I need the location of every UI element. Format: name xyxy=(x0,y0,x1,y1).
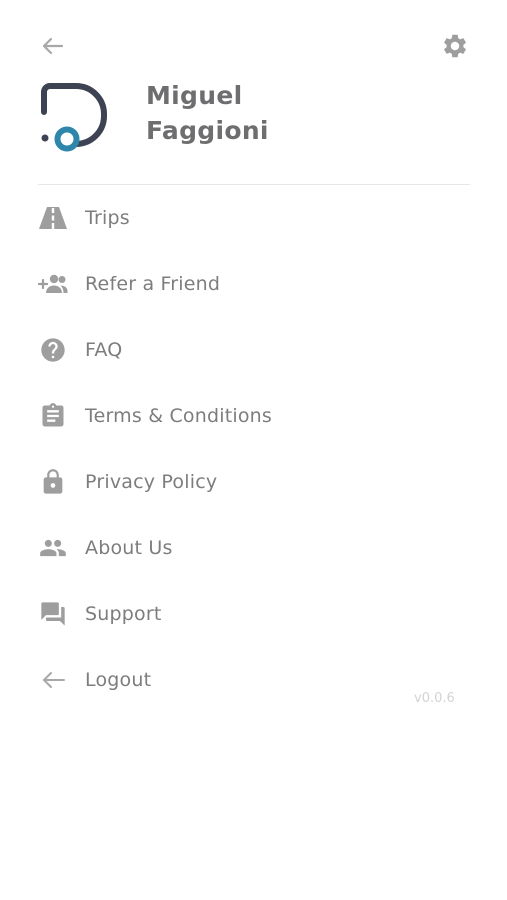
help-icon xyxy=(38,335,68,365)
profile-first-name: Miguel xyxy=(146,81,243,110)
back-button[interactable] xyxy=(38,33,66,59)
profile-name: Miguel Faggioni xyxy=(146,78,446,148)
menu-item-label: Terms & Conditions xyxy=(85,405,273,427)
chat-icon xyxy=(38,599,68,629)
menu-item-label: Support xyxy=(85,603,162,625)
menu-item-trips[interactable]: Trips xyxy=(38,196,468,240)
app-version: v0.0.6 xyxy=(414,691,455,706)
road-icon xyxy=(38,203,68,233)
menu-item-label: FAQ xyxy=(85,339,123,361)
menu-item-about-us[interactable]: About Us xyxy=(38,526,468,570)
menu-item-terms-conditions[interactable]: Terms & Conditions xyxy=(38,394,468,438)
side-menu-screen: Miguel Faggioni Trips Refer a Friend FAQ… xyxy=(0,0,507,900)
people-icon xyxy=(38,533,68,563)
app-logo xyxy=(40,80,108,152)
menu-item-label: Privacy Policy xyxy=(85,471,218,493)
menu-item-privacy-policy[interactable]: Privacy Policy xyxy=(38,460,468,504)
menu-item-support[interactable]: Support xyxy=(38,592,468,636)
menu-item-label: Trips xyxy=(85,207,130,229)
menu-item-logout[interactable]: Logout xyxy=(38,658,468,702)
menu-item-label: Refer a Friend xyxy=(85,273,221,295)
menu-item-label: Logout xyxy=(85,669,152,691)
add-people-icon xyxy=(38,269,68,299)
settings-button[interactable] xyxy=(440,31,470,61)
lock-icon xyxy=(38,467,68,497)
profile-last-name: Faggioni xyxy=(146,116,269,145)
gear-icon xyxy=(444,34,466,58)
menu-item-faq[interactable]: FAQ xyxy=(38,328,468,372)
arrow-left-icon xyxy=(42,37,64,55)
divider xyxy=(38,184,470,185)
menu-item-label: About Us xyxy=(85,537,173,559)
clipboard-icon xyxy=(38,401,68,431)
menu-item-refer-a-friend[interactable]: Refer a Friend xyxy=(38,262,468,306)
arrow-left-icon xyxy=(38,665,68,695)
